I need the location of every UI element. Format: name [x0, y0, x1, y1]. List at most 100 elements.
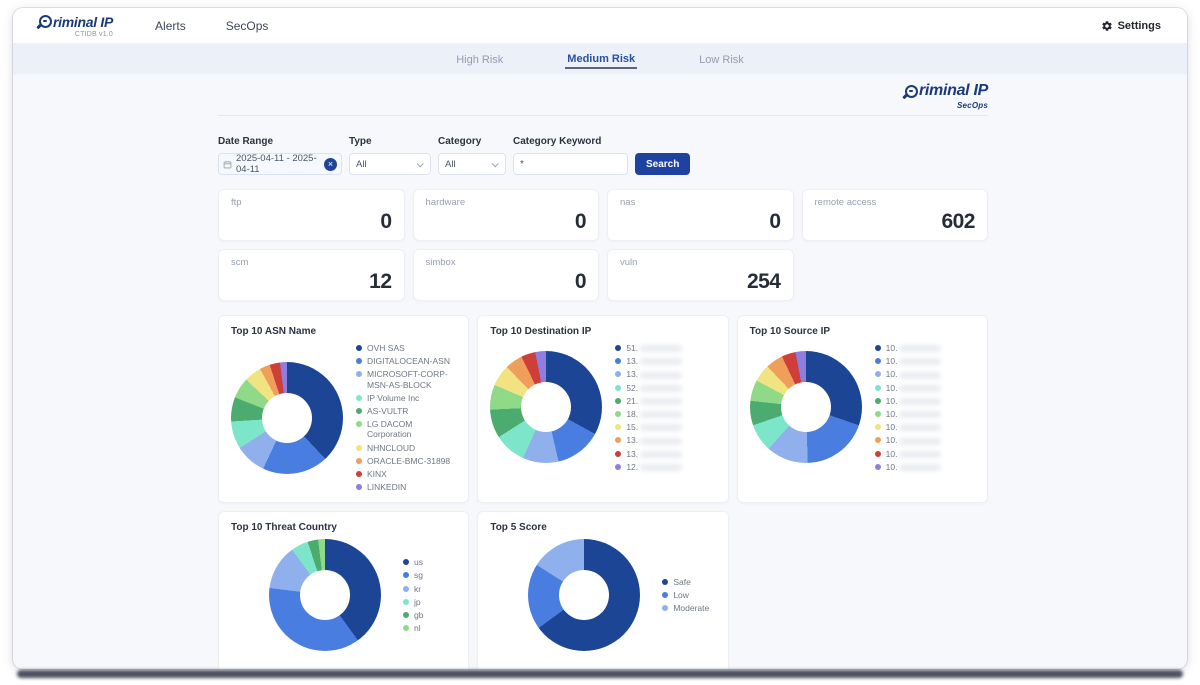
legend-item: OVH SAS	[356, 343, 456, 353]
category-keyword-field	[513, 153, 628, 175]
redacted-text	[899, 345, 942, 353]
legend-label: 10.	[886, 462, 942, 472]
chart-body: 51. 13. 13. 52. 21. 18. 15. 13. 13. 12.	[490, 343, 715, 472]
legend-label: ORACLE-BMC-31898	[367, 455, 451, 466]
legend-dot	[874, 424, 881, 431]
clear-date-icon[interactable]: ×	[324, 157, 337, 171]
stat-card-value: 0	[380, 210, 392, 233]
legend-label: 10.	[886, 435, 942, 445]
legend-label: AS-VULTR	[367, 405, 409, 416]
legend-label: OVH SAS	[367, 343, 405, 353]
legend-dot	[356, 345, 362, 351]
legend-item: 10.	[874, 343, 942, 353]
type-value: All	[356, 158, 367, 170]
nav-item-secops[interactable]: SecOps	[226, 19, 269, 33]
redacted-text	[640, 424, 683, 432]
legend-item: 15.	[615, 422, 683, 432]
legend-dot	[874, 345, 881, 351]
risk-tabstrip: High Risk Medium Risk Low Risk	[13, 44, 1187, 74]
chart-title: Top 10 Destination IP	[490, 326, 592, 337]
secops-logo-sub: SecOps	[957, 101, 988, 110]
stat-card-label: remote access	[814, 197, 877, 208]
date-range-value: 2025-04-11 - 2025-04-11	[236, 153, 317, 175]
tab-low-risk[interactable]: Low Risk	[697, 44, 746, 74]
legend-dot	[403, 559, 409, 566]
legend-dot	[615, 371, 622, 378]
stat-card-label: nas	[620, 197, 636, 208]
legend-item: 21.	[615, 396, 683, 406]
legend-label: 13.	[626, 449, 683, 459]
legend-dot	[615, 358, 622, 365]
legend-dot	[356, 444, 362, 451]
redacted-text	[899, 424, 942, 432]
legend-dot	[356, 421, 362, 428]
legend-label: 51.	[626, 343, 683, 353]
settings-button[interactable]: Settings	[1101, 20, 1161, 32]
legend-item: Safe	[662, 577, 709, 587]
stat-card-vuln: vuln 254	[607, 249, 794, 301]
legend-item: gb	[403, 610, 423, 620]
legend-dot	[874, 437, 881, 444]
search-button[interactable]: Search	[635, 153, 691, 175]
legend-item: 13.	[615, 449, 683, 459]
redacted-text	[899, 371, 942, 379]
legend-dot	[615, 424, 622, 431]
legend-item: us	[403, 557, 423, 567]
nav-item-alerts[interactable]: Alerts	[155, 19, 186, 33]
legend-item: 10.	[874, 422, 942, 432]
tab-high-risk[interactable]: High Risk	[454, 44, 505, 74]
stat-card-label: hardware	[425, 197, 466, 208]
legend-label: MICROSOFT-CORP-MSN-AS-BLOCK	[367, 369, 448, 390]
redacted-text	[640, 384, 683, 392]
redacted-text	[899, 463, 942, 471]
window-bottom-edge	[17, 670, 1183, 678]
redacted-text	[899, 411, 942, 419]
donut-hole	[300, 570, 350, 621]
category-keyword-label: Category Keyword	[513, 136, 602, 147]
legend-item: DIGITALOCEAN-ASN	[356, 356, 456, 366]
legend-item: NHNCLOUD	[356, 443, 456, 453]
legend-dot	[356, 371, 362, 378]
magnifier-logo-icon	[904, 84, 918, 98]
tab-medium-risk[interactable]: Medium Risk	[565, 44, 638, 74]
legend-label: 21.	[626, 396, 683, 406]
stat-card-remote-access: remote access 602	[801, 189, 988, 241]
category-keyword-input[interactable]	[520, 158, 621, 170]
date-range-input[interactable]: 2025-04-11 - 2025-04-11 ×	[218, 153, 342, 175]
legend-label: 10.	[886, 409, 942, 419]
criminal-ip-secops-logo: riminal IP SecOps	[904, 82, 988, 110]
stat-card-value: 602	[941, 210, 975, 233]
redacted-text	[899, 384, 942, 392]
redacted-text	[640, 437, 683, 445]
legend-item: 13.	[615, 356, 683, 366]
stat-card-value: 0	[769, 210, 781, 233]
criminal-ip-logo[interactable]: riminal IP CTIDB v1.0	[39, 14, 113, 38]
donut-chart	[749, 351, 862, 464]
donut-chart	[269, 539, 381, 652]
settings-label: Settings	[1117, 19, 1161, 32]
legend-dot	[615, 345, 622, 351]
stat-card-value: 254	[746, 270, 781, 293]
redacted-text	[640, 358, 683, 366]
legend-label: 13.	[626, 356, 683, 366]
top-nav: Alerts SecOps	[155, 19, 268, 33]
legend-dot	[874, 410, 881, 417]
donut-hole	[262, 392, 312, 443]
redacted-text	[640, 371, 683, 379]
legend-item: 10.	[874, 435, 942, 445]
redacted-text	[899, 398, 942, 405]
legend-label: 10.	[886, 369, 942, 379]
redacted-text	[640, 345, 683, 353]
legend-label: nl	[414, 623, 421, 634]
header-divider	[218, 115, 988, 116]
category-select[interactable]: All	[438, 153, 506, 175]
legend-dot	[874, 397, 881, 404]
legend-dot	[615, 463, 622, 470]
legend-item: MICROSOFT-CORP-MSN-AS-BLOCK	[356, 369, 456, 390]
legend-item: 13.	[615, 369, 683, 379]
legend-label: NHNCLOUD	[367, 442, 416, 453]
legend-dot	[403, 572, 409, 579]
charts-grid: Top 10 ASN Name OVH SAS DIGITALOCEAN-ASN MI…	[218, 315, 988, 669]
chart-legend: OVH SAS DIGITALOCEAN-ASN MICROSOFT-CORP-MS…	[356, 343, 456, 492]
type-select[interactable]: All	[349, 153, 431, 175]
